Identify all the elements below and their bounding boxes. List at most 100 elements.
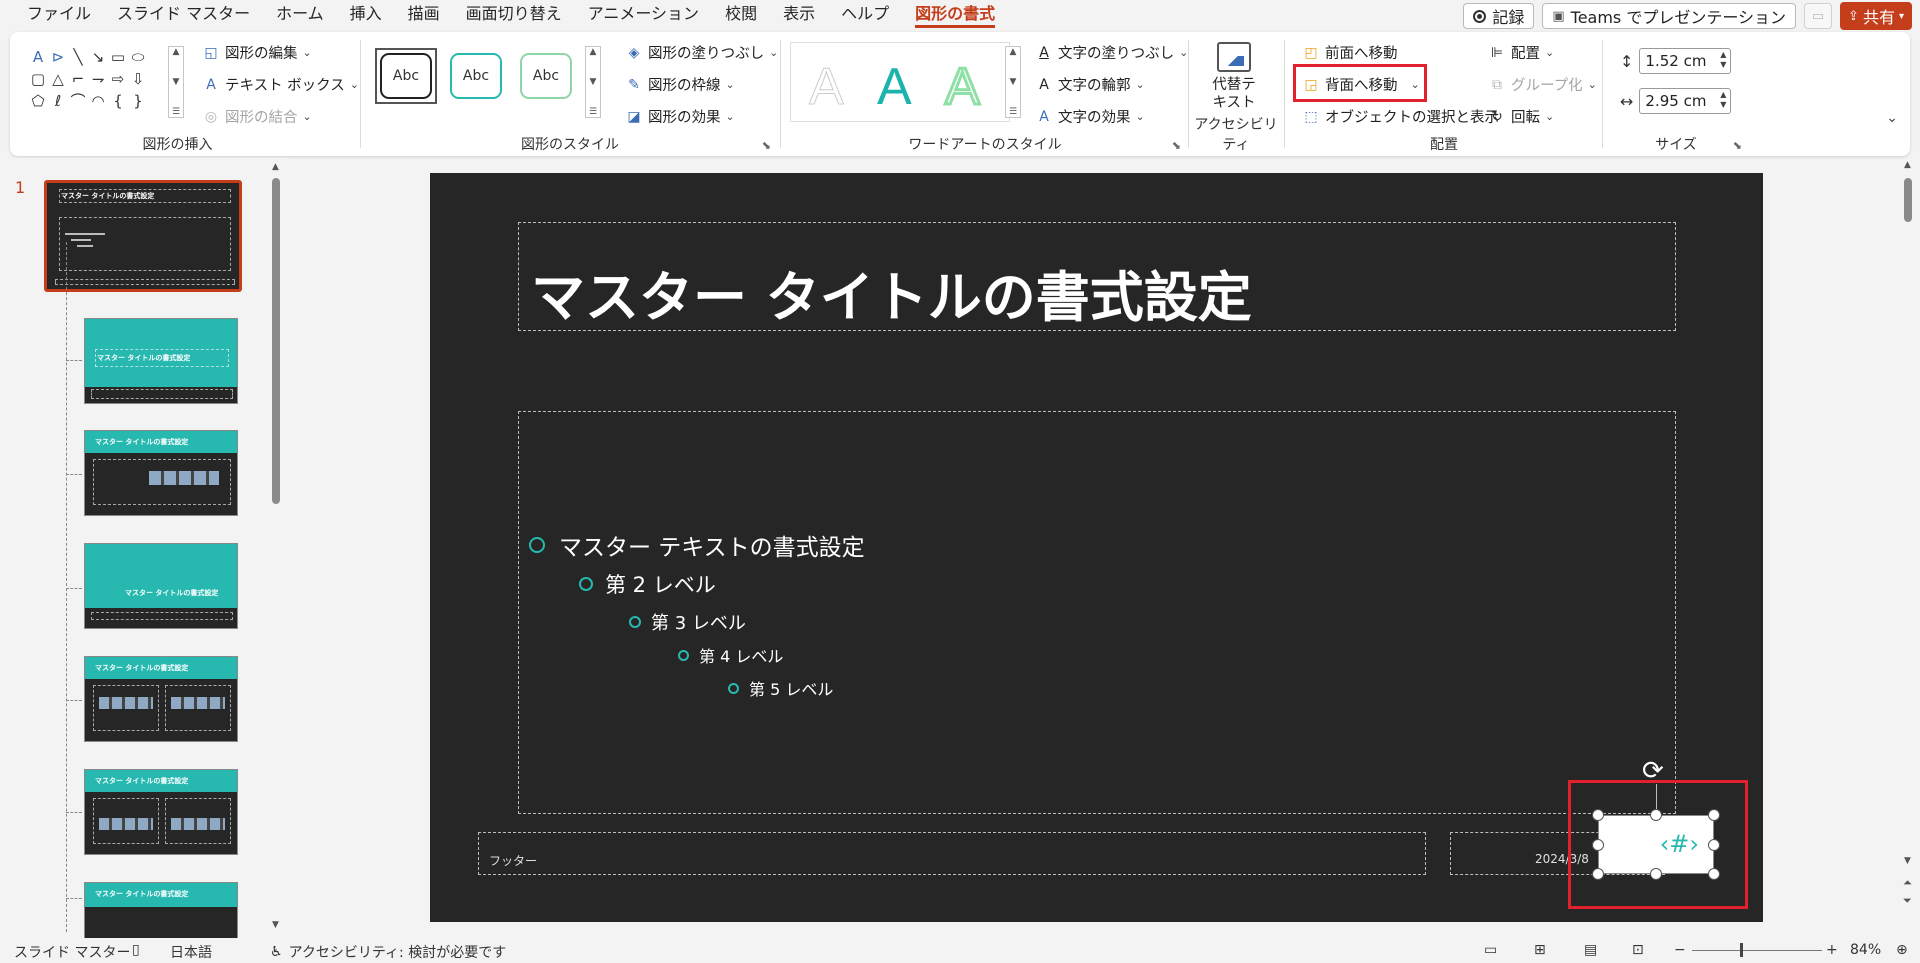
- zoom-in-icon[interactable]: +: [1826, 942, 1838, 958]
- arrow-line-shape-icon[interactable]: ↘: [88, 46, 108, 68]
- editor-scrollbar-thumb[interactable]: [1904, 178, 1912, 222]
- shape-effects-button[interactable]: ◪ 図形の効果 ⌄: [625, 106, 734, 127]
- chevron-down-icon[interactable]: ▼: [1904, 856, 1911, 866]
- text-effects-button[interactable]: A 文字の効果 ⌄: [1035, 106, 1145, 127]
- shape-style-1[interactable]: Abc: [375, 48, 437, 104]
- oval-shape-icon[interactable]: ⬭: [128, 46, 148, 68]
- shape-gallery[interactable]: A ⊳ ╲ ↘ ▭ ⬭ ▢ △ ⌐ ⇁ ⇨ ⇩ ⬠ ℓ ⌒ ◠ { }: [28, 46, 178, 116]
- tab-animations[interactable]: アニメーション: [575, 0, 712, 30]
- wordart-style-1[interactable]: A: [809, 57, 845, 117]
- collapse-ribbon-icon[interactable]: ⌄: [1886, 110, 1898, 126]
- textbox-shape-icon[interactable]: A: [28, 46, 48, 68]
- merge-shapes-button[interactable]: ◎ 図形の結合 ⌄: [202, 106, 312, 127]
- slide-sorter-icon[interactable]: ⊞: [1534, 942, 1546, 958]
- tab-home[interactable]: ホーム: [263, 0, 337, 30]
- teams-present-button[interactable]: ▣ Teams でプレゼンテーション: [1542, 3, 1797, 29]
- curve-shape-icon[interactable]: ⌒: [68, 90, 88, 112]
- tab-view[interactable]: 表示: [770, 0, 828, 30]
- line-shape-icon[interactable]: ╲: [68, 46, 88, 68]
- tab-slide-master[interactable]: スライド マスター: [104, 0, 263, 30]
- slide-canvas[interactable]: マスター タイトルの書式設定 マスター テキストの書式設定 第 2 レベル 第 …: [430, 173, 1763, 922]
- fit-slide-icon[interactable]: ⊕: [1896, 942, 1908, 958]
- comments-button[interactable]: ▭: [1804, 3, 1833, 29]
- shape-style-2[interactable]: Abc: [445, 48, 507, 104]
- wordart-style-3[interactable]: A: [944, 57, 982, 118]
- zoom-slider[interactable]: [1692, 950, 1822, 951]
- language-label[interactable]: 日本語: [170, 942, 212, 962]
- selection-pane-button[interactable]: ⬚ オブジェクトの選択と表示: [1302, 106, 1499, 127]
- text-box-button[interactable]: A テキスト ボックス ⌄: [202, 74, 359, 95]
- chevron-down-icon: ⌄: [349, 78, 359, 91]
- chevron-up-icon[interactable]: ▲: [272, 162, 279, 172]
- next-slide-icon[interactable]: ⏷: [1903, 894, 1912, 908]
- group-button[interactable]: ⧉ グループ化 ⌄: [1488, 74, 1597, 95]
- chevron-down-icon[interactable]: ▼: [272, 920, 279, 930]
- arc-shape-icon[interactable]: ◠: [88, 90, 108, 112]
- right-arrow-shape-icon[interactable]: ⇨: [108, 68, 128, 90]
- layout-thumbnail[interactable]: マスター タイトルの書式設定: [84, 882, 238, 938]
- zoom-slider-thumb[interactable]: [1740, 943, 1743, 957]
- triangle-shape-icon[interactable]: △: [48, 68, 68, 90]
- tab-help[interactable]: ヘルプ: [828, 0, 902, 30]
- layout-thumbnail[interactable]: マスター タイトルの書式設定: [84, 769, 238, 855]
- share-button[interactable]: ⇪ 共有 ▾: [1840, 2, 1912, 30]
- zoom-out-icon[interactable]: −: [1674, 942, 1686, 958]
- dialog-launcher-icon[interactable]: ⬊: [1172, 139, 1181, 152]
- shape-style-3[interactable]: Abc: [515, 48, 577, 104]
- dialog-launcher-icon[interactable]: ⬊: [762, 139, 771, 152]
- tab-review[interactable]: 校閲: [712, 0, 770, 30]
- layout-thumbnail[interactable]: マスター タイトルの書式設定: [84, 543, 238, 629]
- right-brace-shape-icon[interactable]: }: [128, 90, 148, 112]
- rectangle-shape-icon[interactable]: ▭: [108, 46, 128, 68]
- zoom-level[interactable]: 84%: [1850, 942, 1881, 958]
- wordart-gallery[interactable]: A A A: [790, 42, 1010, 122]
- wordart-style-2[interactable]: A: [877, 57, 912, 117]
- chevron-up-icon[interactable]: ▲: [1904, 160, 1911, 170]
- tab-draw[interactable]: 描画: [395, 0, 453, 30]
- elbow-arrow-connector-icon[interactable]: ⇁: [88, 68, 108, 90]
- left-brace-shape-icon[interactable]: {: [108, 90, 128, 112]
- accessibility-status[interactable]: ♿ アクセシビリティ: 検討が必要です: [270, 942, 506, 962]
- thumbnail-scrollbar[interactable]: [272, 178, 280, 504]
- height-spinner[interactable]: ▲ ▼: [1720, 50, 1726, 70]
- shape-styles-scroller[interactable]: ▲ ▼ ☰: [585, 46, 601, 118]
- layout-thumbnail[interactable]: マスター タイトルの書式設定: [84, 656, 238, 742]
- slideshow-icon[interactable]: ⊡: [1632, 942, 1644, 958]
- vertical-textbox-shape-icon[interactable]: ⊳: [48, 46, 68, 68]
- down-arrow-shape-icon[interactable]: ⇩: [128, 68, 148, 90]
- text-fill-button[interactable]: A 文字の塗りつぶし ⌄: [1035, 42, 1188, 63]
- bring-forward-button[interactable]: ◰ 前面へ移動: [1302, 42, 1397, 63]
- freeform-shape-icon[interactable]: ⬠: [28, 90, 48, 112]
- layout-thumbnail[interactable]: マスター タイトルの書式設定: [84, 430, 238, 516]
- elbow-connector-icon[interactable]: ⌐: [68, 68, 88, 90]
- dialog-launcher-icon[interactable]: ⬊: [1733, 139, 1742, 152]
- text-outline-button[interactable]: A 文字の輪郭 ⌄: [1035, 74, 1145, 95]
- tab-file[interactable]: ファイル: [14, 0, 104, 30]
- shape-height-input[interactable]: 1.52 cm ▲ ▼: [1639, 48, 1732, 74]
- footer-placeholder[interactable]: フッター: [478, 832, 1426, 875]
- content-placeholder[interactable]: マスター テキストの書式設定 第 2 レベル 第 3 レベル 第 4 レベル 第…: [518, 411, 1676, 814]
- shape-width-input[interactable]: 2.95 cm ▲ ▼: [1639, 88, 1732, 114]
- edit-shape-button[interactable]: ◱ 図形の編集 ⌄: [202, 42, 311, 63]
- tab-transitions[interactable]: 画面切り替え: [453, 0, 575, 30]
- title-placeholder[interactable]: マスター タイトルの書式設定: [518, 222, 1676, 331]
- shape-outline-button[interactable]: ✎ 図形の枠線 ⌄: [625, 74, 735, 95]
- shape-fill-button[interactable]: ◈ 図形の塗りつぶし ⌄: [625, 42, 779, 63]
- alt-text-button[interactable]: 代替テキスト: [1208, 42, 1260, 112]
- wordart-scroller[interactable]: ▲ ▼ ☰: [1005, 46, 1021, 118]
- reading-view-icon[interactable]: ▤: [1584, 942, 1597, 958]
- scribble-shape-icon[interactable]: ℓ: [48, 90, 68, 112]
- record-button[interactable]: 記録: [1463, 3, 1535, 29]
- rounded-rectangle-shape-icon[interactable]: ▢: [28, 68, 48, 90]
- notes-icon[interactable]: ▯: [132, 942, 140, 958]
- shape-gallery-scroller[interactable]: ▲ ▼ ☰: [168, 46, 184, 118]
- normal-view-icon[interactable]: ▭: [1484, 942, 1497, 958]
- tab-insert[interactable]: 挿入: [337, 0, 395, 30]
- align-button[interactable]: ⊫ 配置 ⌄: [1488, 42, 1554, 63]
- tab-shape-format[interactable]: 図形の書式: [902, 0, 1008, 30]
- rotate-button[interactable]: ↻ 回転 ⌄: [1488, 106, 1554, 127]
- master-thumbnail[interactable]: マスター タイトルの書式設定: [44, 180, 242, 292]
- layout-thumbnail[interactable]: マスター タイトルの書式設定: [84, 318, 238, 404]
- previous-slide-icon[interactable]: ⏶: [1903, 876, 1912, 890]
- width-spinner[interactable]: ▲ ▼: [1720, 90, 1726, 110]
